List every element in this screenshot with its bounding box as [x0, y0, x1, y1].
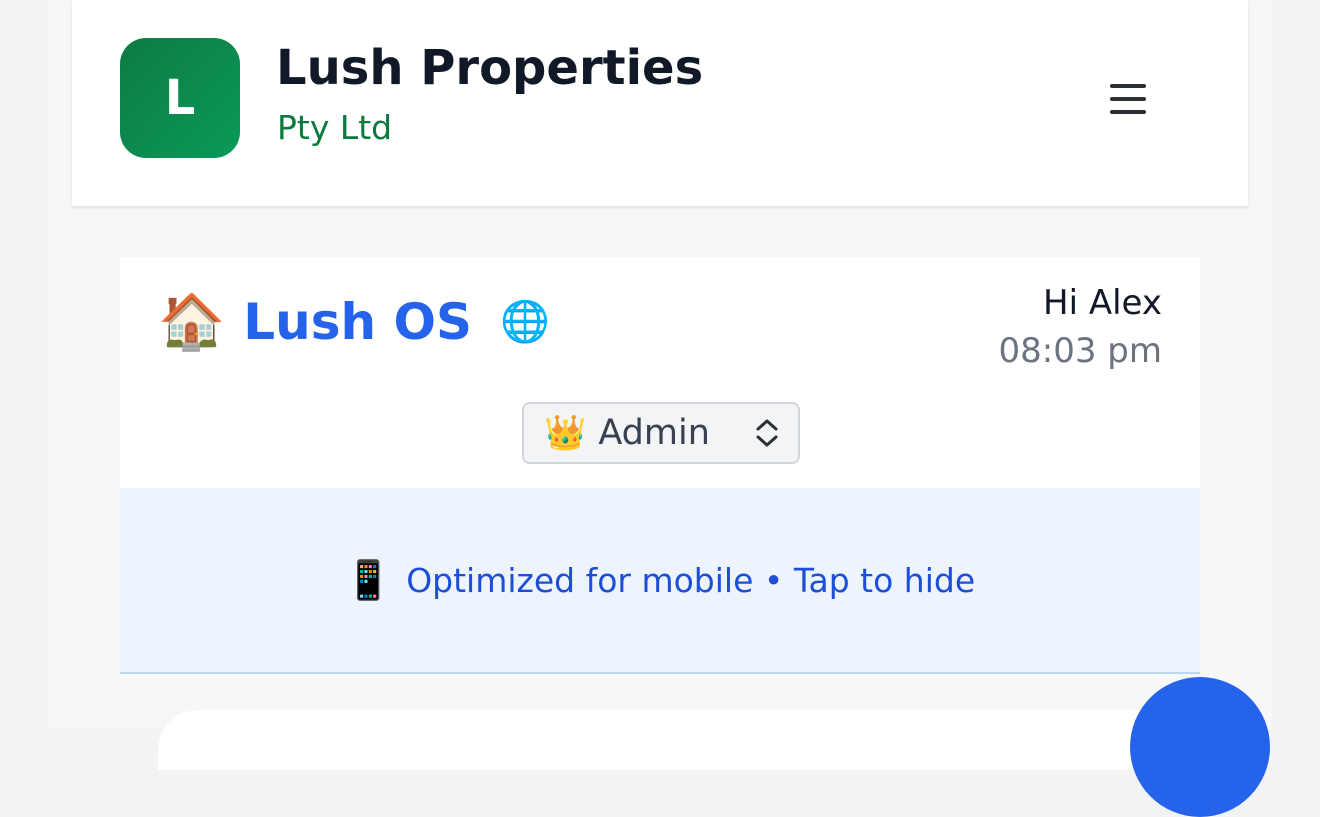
- globe-icon[interactable]: 🌐: [500, 302, 550, 342]
- menu-bar: [1110, 97, 1146, 101]
- house-icon: 🏠: [158, 292, 226, 352]
- content-card: [158, 710, 1168, 770]
- chevron-up-down-icon: [756, 419, 778, 447]
- app-title: 🏠 Lush OS 🌐: [158, 293, 550, 351]
- company-name: Lush Properties: [276, 40, 704, 96]
- role-select[interactable]: 👑 Admin: [522, 402, 800, 464]
- app-frame: L Lush Properties Pty Ltd 🏠 Lush OS 🌐 Hi…: [48, 0, 1272, 817]
- company-logo: L: [120, 38, 240, 158]
- menu-bar: [1110, 110, 1146, 114]
- mobile-phone-icon: 📱: [344, 558, 393, 602]
- crown-icon: 👑: [544, 414, 587, 452]
- app-name: Lush OS: [243, 293, 472, 351]
- user-greeting: Hi Alex: [1043, 283, 1162, 323]
- company-suffix: Pty Ltd: [277, 108, 393, 147]
- role-select-value: Admin: [598, 413, 710, 453]
- mobile-optimized-banner[interactable]: 📱 Optimized for mobile • Tap to hide: [120, 488, 1200, 674]
- current-time: 08:03 pm: [998, 331, 1163, 371]
- logo-letter: L: [164, 70, 196, 126]
- hamburger-menu-icon[interactable]: [1102, 76, 1154, 122]
- app-header-card: 🏠 Lush OS 🌐 Hi Alex 08:03 pm 👑 Admin: [120, 257, 1200, 488]
- menu-bar: [1110, 84, 1146, 88]
- banner-text: Optimized for mobile • Tap to hide: [406, 560, 976, 600]
- floating-action-button[interactable]: [1130, 677, 1270, 817]
- banner-content: 📱 Optimized for mobile • Tap to hide: [345, 561, 975, 600]
- top-header: L Lush Properties Pty Ltd: [72, 0, 1248, 206]
